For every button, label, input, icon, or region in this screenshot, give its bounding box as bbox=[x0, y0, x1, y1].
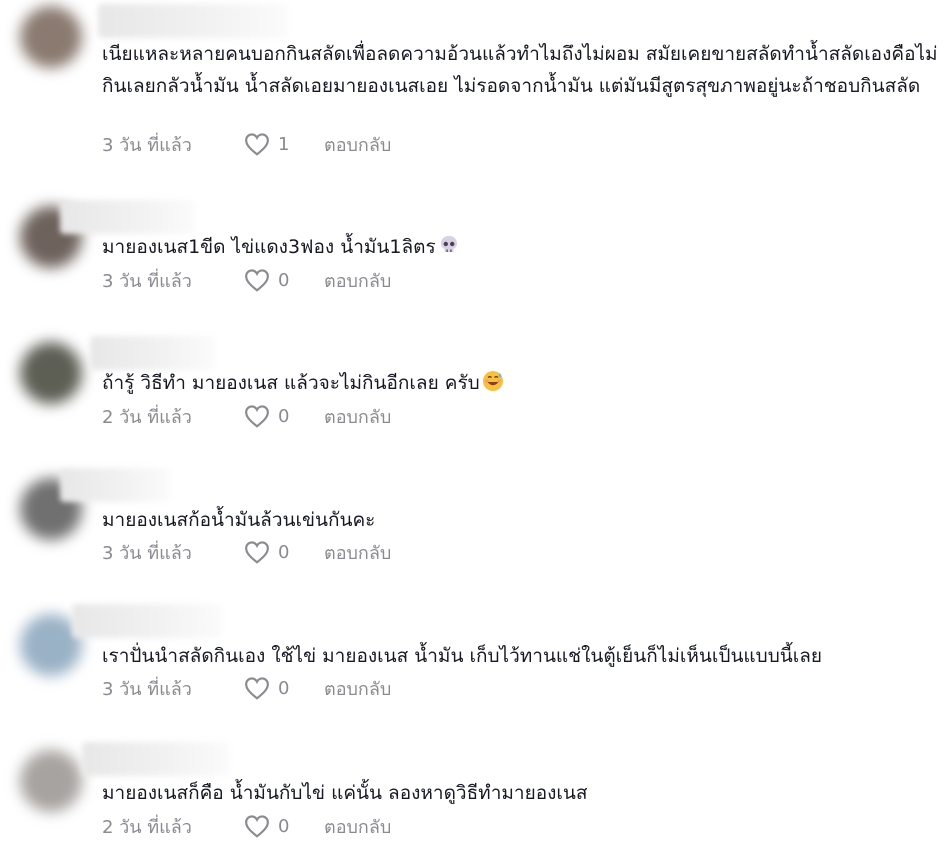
comment-time: 2 วัน ที่แล้ว bbox=[102, 406, 192, 428]
like-count: 0 bbox=[278, 541, 290, 563]
comment-meta: 3 วัน ที่แล้ว 0 ตอบกลับ bbox=[102, 266, 391, 294]
heart-icon bbox=[245, 133, 269, 156]
comment-time: 3 วัน ที่แล้ว bbox=[102, 542, 192, 564]
comment-meta: 2 วัน ที่แล้ว 0 ตอบกลับ bbox=[102, 812, 391, 840]
username-blurred[interactable] bbox=[98, 4, 288, 38]
comment-meta: 3 วัน ที่แล้ว 1 ตอบกลับ bbox=[102, 130, 391, 158]
comment-time: 3 วัน ที่แล้ว bbox=[102, 270, 192, 292]
username-blurred[interactable] bbox=[72, 604, 222, 638]
username-blurred[interactable] bbox=[90, 336, 215, 370]
reply-button[interactable]: ตอบกลับ bbox=[324, 266, 391, 295]
avatar[interactable] bbox=[20, 342, 82, 404]
heart-icon bbox=[245, 815, 269, 838]
avatar[interactable] bbox=[20, 750, 82, 812]
heart-icon bbox=[245, 677, 269, 700]
like-button[interactable]: 0 bbox=[244, 268, 324, 292]
like-count: 1 bbox=[278, 133, 290, 155]
reply-button[interactable]: ตอบกลับ bbox=[324, 674, 391, 703]
like-button[interactable]: 0 bbox=[244, 676, 324, 700]
comment-meta: 3 วัน ที่แล้ว 0 ตอบกลับ bbox=[102, 674, 391, 702]
comment-text: มายองเนสก้อน้ำมันล้วนเข่นกันคะ bbox=[102, 509, 376, 531]
heart-icon bbox=[245, 541, 269, 564]
avatar[interactable] bbox=[20, 6, 82, 68]
like-count: 0 bbox=[278, 405, 290, 427]
comment-time: 3 วัน ที่แล้ว bbox=[102, 678, 192, 700]
username-blurred[interactable] bbox=[82, 742, 230, 776]
comment-text: ถ้ารู้ วิธีทำ มายองเนส แล้วจะไม่กินอีกเล… bbox=[102, 368, 942, 400]
reply-button[interactable]: ตอบกลับ bbox=[324, 402, 391, 431]
comment-text: มายองเนสก็คือ น้ำมันกับไข่ แค่นั้น ลองหา… bbox=[102, 782, 588, 804]
like-count: 0 bbox=[278, 677, 290, 699]
like-button[interactable]: 0 bbox=[244, 404, 324, 428]
comment-time: 3 วัน ที่แล้ว bbox=[102, 134, 192, 156]
heart-icon bbox=[245, 269, 269, 292]
like-button[interactable]: 0 bbox=[244, 814, 324, 838]
comment-text: เนียแหละหลายคนบอกกินสลัดเพื่อลดความอ้วนแ… bbox=[102, 43, 938, 97]
reply-button[interactable]: ตอบกลับ bbox=[324, 130, 391, 159]
like-button[interactable]: 0 bbox=[244, 540, 324, 564]
comment-time: 2 วัน ที่แล้ว bbox=[102, 816, 192, 838]
like-count: 0 bbox=[278, 815, 290, 837]
sweat-smile-emoji bbox=[482, 371, 503, 391]
comment-text: มายองเนส1ขีด ไข่แดง3ฟอง น้ำมัน1ลิตร bbox=[102, 232, 942, 264]
like-button[interactable]: 1 bbox=[244, 132, 324, 156]
heart-icon bbox=[245, 405, 269, 428]
comment-text: เราปั่นนำสลัดกินเอง ใช้ไข่ มายองเนส น้ำม… bbox=[102, 645, 823, 667]
skull-emoji bbox=[440, 236, 457, 252]
comment-meta: 2 วัน ที่แล้ว 0 ตอบกลับ bbox=[102, 402, 391, 430]
username-blurred[interactable] bbox=[60, 468, 170, 502]
reply-button[interactable]: ตอบกลับ bbox=[324, 812, 391, 841]
comment-meta: 3 วัน ที่แล้ว 0 ตอบกลับ bbox=[102, 538, 391, 566]
like-count: 0 bbox=[278, 269, 290, 291]
reply-button[interactable]: ตอบกลับ bbox=[324, 538, 391, 567]
username-blurred[interactable] bbox=[60, 200, 195, 234]
